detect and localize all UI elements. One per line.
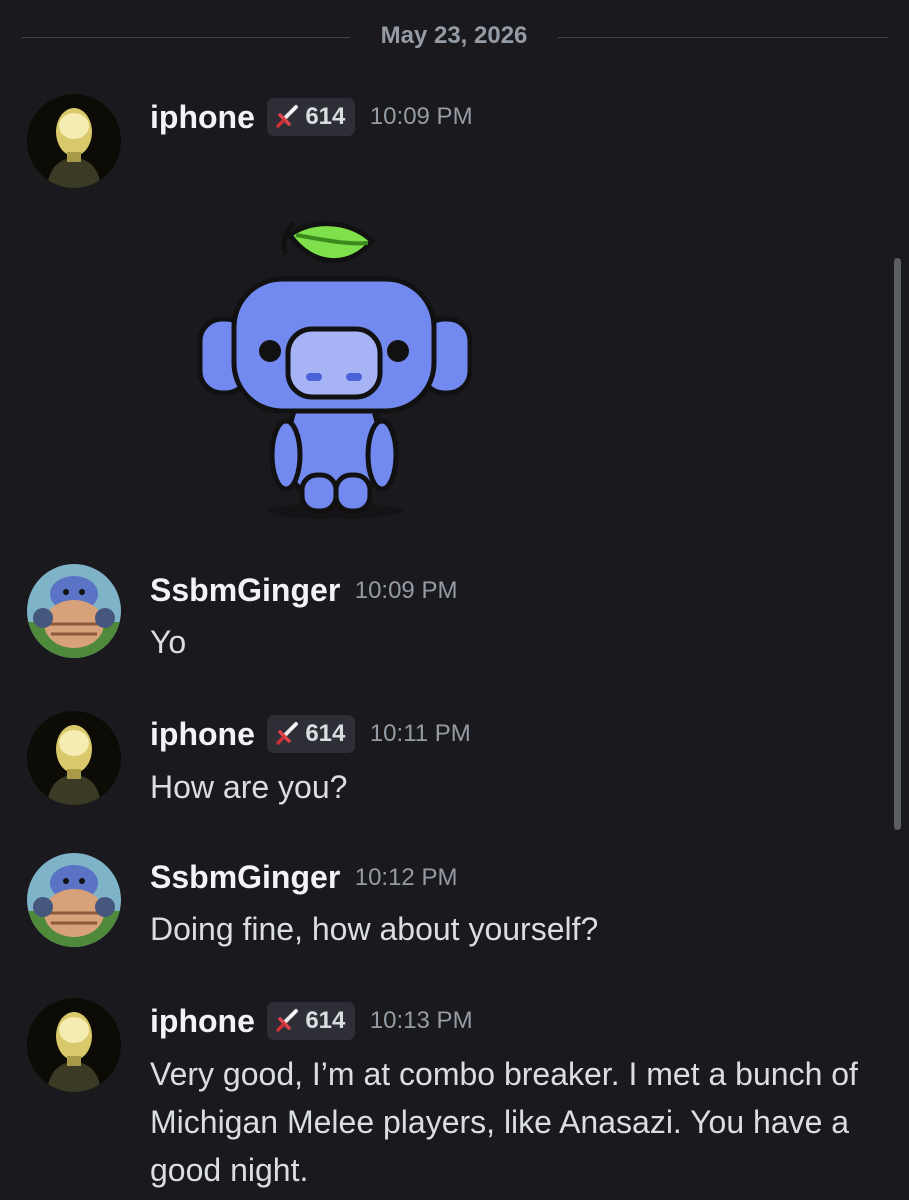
- message-header: iphone 614 10:11 PM: [150, 715, 471, 759]
- avatar-ssbmginger[interactable]: [27, 564, 121, 658]
- tag-label: 614: [305, 103, 346, 130]
- timestamp: 10:12 PM: [354, 863, 458, 891]
- username[interactable]: iphone: [150, 99, 255, 136]
- sword-icon: [276, 104, 299, 128]
- avatar-iphone[interactable]: [27, 711, 121, 805]
- message-text: How are you?: [150, 769, 348, 805]
- server-tag[interactable]: 614: [267, 715, 356, 753]
- avatar-ssbmginger[interactable]: [27, 853, 121, 947]
- chat-view: May 23, 2026 iphone 614 10:09 PM SsbmGin…: [0, 0, 909, 1200]
- avatar-iphone-image: [27, 711, 121, 805]
- sword-icon: [276, 721, 299, 745]
- sword-icon: [276, 1008, 299, 1032]
- username[interactable]: SsbmGinger: [150, 572, 340, 609]
- wumpus-sticker-image: [197, 221, 473, 519]
- tag-label: 614: [305, 720, 346, 747]
- message-header: SsbmGinger 10:12 PM: [150, 859, 457, 903]
- avatar-iphone-image: [27, 94, 121, 188]
- username[interactable]: iphone: [150, 1003, 255, 1040]
- avatar-iphone[interactable]: [27, 998, 121, 1092]
- timestamp: 10:09 PM: [354, 576, 458, 604]
- divider-line-left: [22, 37, 350, 38]
- avatar-ssbmginger-image: [27, 853, 121, 947]
- server-tag[interactable]: 614: [267, 98, 356, 136]
- message-header: iphone 614 10:13 PM: [150, 1002, 473, 1046]
- tag-label: 614: [305, 1007, 346, 1034]
- message-text: Very good, I’m at combo breaker. I met a…: [150, 1056, 858, 1188]
- username[interactable]: SsbmGinger: [150, 859, 340, 896]
- avatar-iphone-image: [27, 998, 121, 1092]
- date-divider: May 23, 2026: [22, 20, 888, 54]
- username[interactable]: iphone: [150, 716, 255, 753]
- timestamp: 10:13 PM: [369, 1007, 473, 1034]
- message-text: Doing fine, how about yourself?: [150, 911, 599, 947]
- avatar-ssbmginger-image: [27, 564, 121, 658]
- wumpus-leaf-sticker[interactable]: [190, 205, 490, 525]
- date-label: May 23, 2026: [380, 22, 528, 49]
- message-header: SsbmGinger 10:09 PM: [150, 572, 457, 616]
- server-tag[interactable]: 614: [267, 1002, 356, 1040]
- divider-line-right: [558, 37, 888, 38]
- scrollbar[interactable]: [894, 258, 901, 830]
- timestamp: 10:11 PM: [369, 720, 471, 747]
- avatar-iphone[interactable]: [27, 94, 121, 188]
- message-header: iphone 614 10:09 PM: [150, 98, 473, 142]
- message-text: Yo: [150, 624, 187, 660]
- timestamp: 10:09 PM: [369, 103, 473, 130]
